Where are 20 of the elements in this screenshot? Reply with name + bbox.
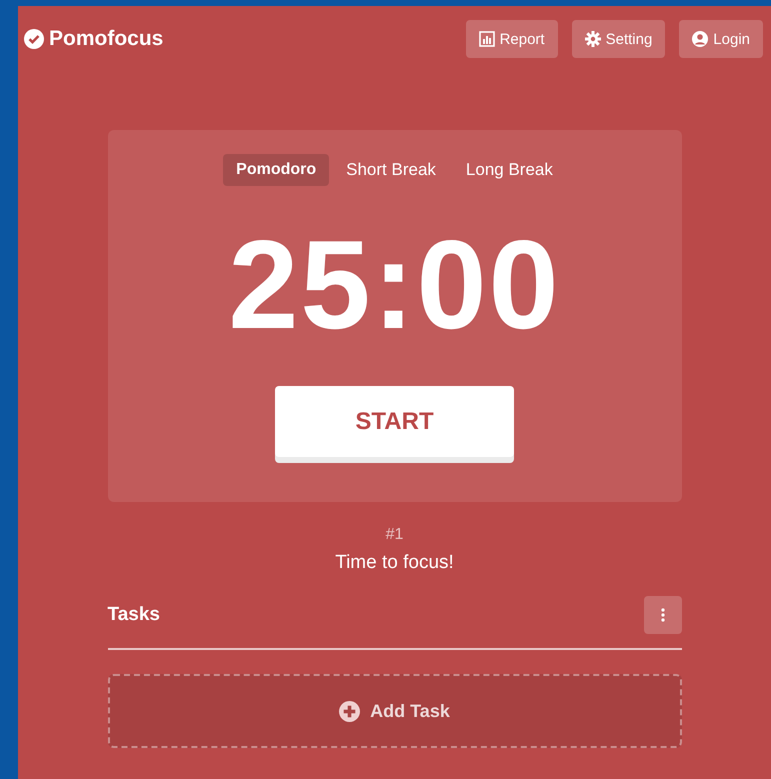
start-button[interactable]: START — [275, 386, 514, 457]
tasks-heading: Tasks — [108, 604, 160, 626]
add-task-button[interactable]: Add Task — [108, 674, 682, 748]
focus-message: Time to focus! — [335, 552, 454, 574]
plus-circle-icon — [339, 700, 360, 722]
user-icon — [692, 31, 708, 47]
session-count: #1 — [386, 526, 404, 544]
timer-display: 25:00 — [228, 222, 561, 348]
more-button[interactable] — [644, 596, 682, 634]
mode-tab[interactable]: Long Break — [452, 154, 566, 186]
setting-button[interactable]: Setting — [572, 20, 666, 58]
app-title: Pomofocus — [49, 27, 164, 51]
bar-chart-icon — [478, 31, 495, 47]
login-button[interactable]: Login — [679, 20, 763, 58]
more-icon — [660, 608, 664, 622]
check-circle-icon — [24, 29, 44, 49]
settings-icon — [584, 31, 601, 47]
mode-tab[interactable]: Pomodoro — [223, 154, 330, 186]
mode-tab[interactable]: Short Break — [333, 154, 449, 186]
report-button[interactable]: Report — [466, 20, 558, 58]
